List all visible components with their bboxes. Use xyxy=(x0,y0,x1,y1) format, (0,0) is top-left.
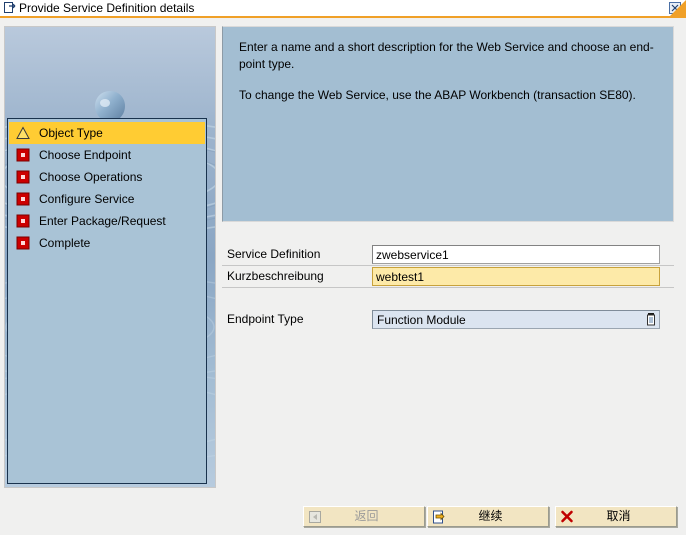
endpoint-type-label: Endpoint Type xyxy=(227,312,304,326)
sidebar-item-label: Configure Service xyxy=(39,192,135,206)
instruction-paragraph-1: Enter a name and a short description for… xyxy=(239,40,654,71)
title-bar: Provide Service Definition details xyxy=(0,0,686,18)
form-divider xyxy=(222,287,674,288)
red-x-icon xyxy=(559,509,575,525)
service-definition-form: Service Definition Kurzbeschreibung Endp… xyxy=(222,232,674,352)
red-square-icon xyxy=(16,170,30,184)
sidebar-item-label: Choose Endpoint xyxy=(39,148,132,162)
sidebar-item-label: Choose Operations xyxy=(39,170,143,184)
continue-button[interactable]: 继续 xyxy=(427,506,549,527)
continue-button-label: 继续 xyxy=(478,509,503,523)
sidebar-item-configure-service[interactable]: Configure Service xyxy=(9,188,205,210)
form-row-endpoint-type: Endpoint Type Function Module xyxy=(222,310,674,329)
short-description-input[interactable] xyxy=(372,267,660,286)
sidebar-item-complete[interactable]: Complete xyxy=(9,232,205,254)
window-document-icon xyxy=(4,2,16,13)
red-square-icon xyxy=(16,236,30,250)
value-help-list-icon[interactable] xyxy=(643,312,658,327)
warning-triangle-icon xyxy=(16,126,30,140)
sidebar-item-choose-endpoint[interactable]: Choose Endpoint xyxy=(9,144,205,166)
back-button[interactable]: 返回 xyxy=(303,506,425,527)
wizard-dialog: Provide Service Definition details Objec… xyxy=(0,0,686,535)
back-button-label: 返回 xyxy=(354,509,379,523)
service-definition-input[interactable] xyxy=(372,245,660,264)
endpoint-type-value: Function Module xyxy=(377,313,466,327)
red-square-icon xyxy=(16,192,30,206)
wizard-step-list: Object Type Choose Endpoint Choose Opera… xyxy=(7,118,207,484)
back-arrow-icon xyxy=(307,509,323,525)
sidebar-item-label: Complete xyxy=(39,236,91,250)
sidebar-item-label: Object Type xyxy=(39,126,103,140)
sidebar-item-enter-package-request[interactable]: Enter Package/Request xyxy=(9,210,205,232)
service-definition-label: Service Definition xyxy=(227,247,321,261)
red-square-icon xyxy=(16,148,30,162)
window-title: Provide Service Definition details xyxy=(19,1,195,15)
continue-arrow-icon xyxy=(431,509,447,525)
form-divider xyxy=(222,265,674,266)
sidebar-item-object-type[interactable]: Object Type xyxy=(9,122,205,144)
red-square-icon xyxy=(16,214,30,228)
endpoint-type-dropdown[interactable]: Function Module xyxy=(372,310,660,329)
sidebar-item-choose-operations[interactable]: Choose Operations xyxy=(9,166,205,188)
instruction-panel: Enter a name and a short description for… xyxy=(222,26,674,222)
dialog-button-bar: 返回 继续 取消 xyxy=(0,498,686,535)
form-row-short-description: Kurzbeschreibung xyxy=(222,267,674,286)
cancel-button-label: 取消 xyxy=(606,509,631,523)
titlebar-accent-line xyxy=(0,16,686,18)
short-description-label: Kurzbeschreibung xyxy=(227,269,324,283)
form-row-service-definition: Service Definition xyxy=(222,245,674,264)
sidebar-item-label: Enter Package/Request xyxy=(39,214,166,228)
cancel-button[interactable]: 取消 xyxy=(555,506,677,527)
instruction-paragraph-2: To change the Web Service, use the ABAP … xyxy=(239,88,636,102)
